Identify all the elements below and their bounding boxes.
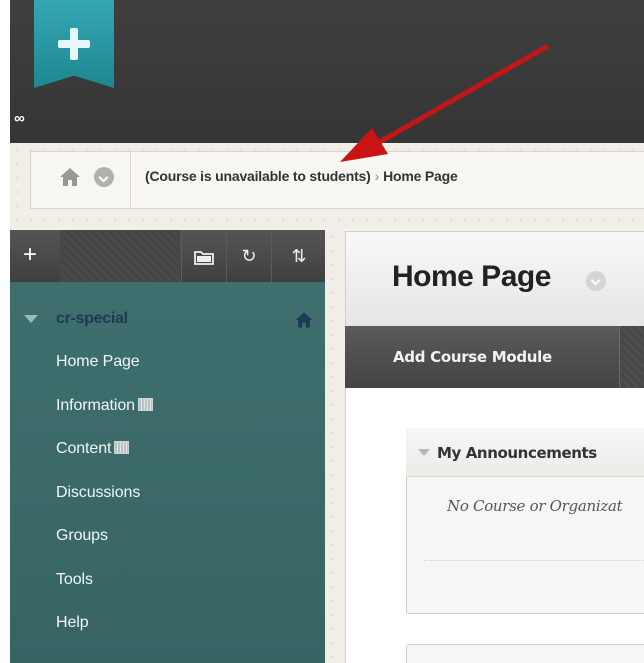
sidebar-item-help[interactable]: Help [56, 614, 89, 632]
breadcrumb-course-link[interactable]: (Course is unavailable to students) [145, 168, 371, 184]
module-divider [424, 560, 644, 561]
content-badge-icon [114, 441, 130, 454]
sidebar-item-discussions[interactable]: Discussions [56, 484, 140, 502]
sidebar-item-label: Help [56, 614, 89, 631]
sidebar-item-label: Groups [56, 527, 108, 544]
link-icon[interactable]: ∞ [14, 110, 40, 128]
breadcrumb-trail: (Course is unavailable to students) › Home… [145, 168, 458, 184]
add-course-module-label: Add Course Module [393, 348, 552, 366]
add-course-module-button[interactable]: Add Course Module [345, 326, 620, 388]
second-module [406, 644, 644, 663]
sort-icon: ⇅ [291, 246, 307, 266]
add-menu-item-button[interactable]: + [14, 242, 46, 268]
course-menu [10, 282, 325, 663]
course-menu-header[interactable]: cr-special [24, 310, 314, 332]
sidebar-item-groups[interactable]: Groups [56, 527, 108, 545]
plus-icon [58, 28, 90, 60]
sidebar-item-information[interactable]: Information [56, 397, 153, 415]
course-home-icon[interactable] [294, 310, 314, 330]
sidebar-item-content[interactable]: Content [56, 440, 130, 458]
home-icon[interactable] [58, 166, 82, 188]
course-name: cr-special [56, 310, 128, 327]
folder-icon [182, 230, 226, 282]
collapse-triangle-icon[interactable] [24, 315, 38, 323]
sidebar-item-label: Information [56, 397, 135, 414]
sidebar-item-label: Discussions [56, 484, 141, 501]
page-options-chevron-icon[interactable] [586, 271, 606, 291]
breadcrumb-menu-chevron-icon[interactable] [94, 167, 114, 187]
blackboard-course-page: ∞ (Course is unavailable to students) › Ho… [0, 0, 644, 663]
breadcrumb-divider [130, 151, 131, 207]
refresh-button[interactable]: ↻ [226, 230, 271, 282]
module-title: My Announcements [437, 444, 597, 462]
breadcrumb-current: Home Page [383, 168, 458, 184]
module-collapse-triangle-icon[interactable] [418, 449, 430, 456]
sidebar-item-label: Home Page [56, 353, 140, 370]
sidebar-item-label: Tools [56, 571, 93, 588]
folder-view-button[interactable] [181, 230, 226, 282]
toolbar-stripe [60, 230, 180, 282]
breadcrumb-separator: › [374, 168, 380, 184]
page-title: Home Page [392, 260, 551, 293]
content-gutter [325, 230, 345, 663]
sidebar-item-tools[interactable]: Tools [56, 571, 93, 589]
action-bar-stripe [620, 326, 644, 388]
content-badge-icon [137, 398, 153, 411]
left-edge-strip [0, 0, 10, 663]
module-empty-message: No Course or Organizat [447, 497, 623, 515]
sidebar-item-home-page[interactable]: Home Page [56, 353, 140, 371]
refresh-icon: ↻ [241, 246, 257, 266]
sidebar-item-label: Content [56, 440, 112, 457]
reorder-button[interactable]: ⇅ [271, 230, 326, 282]
